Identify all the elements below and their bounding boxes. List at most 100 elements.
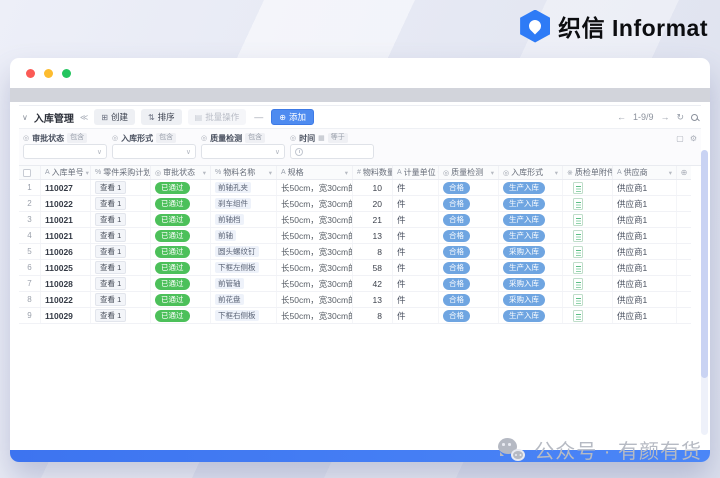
- column-menu-caret-icon[interactable]: ▾: [555, 169, 558, 177]
- view-plan-chip[interactable]: 查看 1: [95, 261, 126, 274]
- chevron-down-icon[interactable]: ∨: [22, 113, 28, 122]
- order-number-cell[interactable]: 110029: [41, 308, 91, 323]
- column-header-计量单位[interactable]: A计量单位▾: [393, 166, 439, 179]
- order-number-cell[interactable]: 110022: [41, 196, 91, 211]
- view-plan-chip[interactable]: 查看 1: [95, 181, 126, 194]
- view-plan-chip[interactable]: 查看 1: [95, 197, 126, 210]
- next-page-icon[interactable]: →: [660, 112, 669, 122]
- add-column-button[interactable]: ⊕: [677, 166, 691, 179]
- vertical-scrollbar[interactable]: [701, 150, 708, 435]
- maximize-window-button[interactable]: [62, 69, 71, 78]
- column-menu-caret-icon[interactable]: ▾: [86, 169, 89, 177]
- table-row[interactable]: 2110022查看 1已通过刹车组件长50cm，宽30cm的SY120件合格生产…: [19, 196, 691, 212]
- table-row[interactable]: 3110021查看 1已通过前轴档长50cm，宽30cm的SY121件合格生产入…: [19, 212, 691, 228]
- attachment-file-icon[interactable]: [573, 262, 583, 274]
- column-header-质量检测[interactable]: ◎质量检测▾: [439, 166, 499, 179]
- column-label: 入库单号: [52, 167, 84, 178]
- order-number[interactable]: 110021: [45, 231, 73, 241]
- material-tag[interactable]: 前花盘: [215, 294, 244, 305]
- table-row[interactable]: 1110027查看 1已通过前轴孔夹长50cm，宽30cm的SY110件合格生产…: [19, 180, 691, 196]
- order-number[interactable]: 110022: [45, 295, 73, 305]
- column-header-规格[interactable]: A规格▾: [277, 166, 353, 179]
- table-row[interactable]: 5110026查看 1已通过圆头螺纹钉长50cm，宽30cm的SY18件合格采购…: [19, 244, 691, 260]
- search-icon[interactable]: [691, 114, 698, 121]
- table-row[interactable]: 4110021查看 1已通过前轴长50cm，宽30cm的SY113件合格生产入库…: [19, 228, 691, 244]
- column-header-审批状态[interactable]: ◎审批状态▾: [151, 166, 211, 179]
- add-record-button[interactable]: ⊕ 添加: [271, 109, 314, 125]
- attachment-file-icon[interactable]: [573, 198, 583, 210]
- table-row[interactable]: 7110028查看 1已通过前管轴长50cm，宽30cm的SY142件合格采购入…: [19, 276, 691, 292]
- material-tag[interactable]: 圆头螺纹钉: [215, 246, 259, 257]
- minimize-window-button[interactable]: [44, 69, 53, 78]
- material-tag[interactable]: 前管轴: [215, 278, 244, 289]
- table-row[interactable]: 6110025查看 1已通过下框左侧板长50cm，宽30cm的SY158件合格生…: [19, 260, 691, 276]
- order-number[interactable]: 110021: [45, 215, 73, 225]
- gear-icon[interactable]: ⚙: [690, 134, 697, 143]
- scrollbar-thumb[interactable]: [701, 150, 708, 378]
- column-header-零件采购计划[interactable]: %零件采购计划▾: [91, 166, 151, 179]
- attachment-file-icon[interactable]: [573, 182, 583, 194]
- material-tag[interactable]: 前轴档: [215, 214, 244, 225]
- order-number-cell[interactable]: 110028: [41, 276, 91, 291]
- column-menu-caret-icon[interactable]: ▾: [269, 169, 272, 177]
- filter-select[interactable]: ∨: [112, 144, 196, 159]
- batch-operations-button[interactable]: ▤ 批量操作: [188, 109, 247, 125]
- order-number[interactable]: 110022: [45, 199, 73, 209]
- column-menu-caret-icon[interactable]: ▾: [345, 169, 348, 177]
- material-tag[interactable]: 下框右侧板: [215, 310, 259, 321]
- attachment-file-icon[interactable]: [573, 278, 583, 290]
- column-header-入库形式[interactable]: ◎入库形式▾: [499, 166, 563, 179]
- column-header-质检单附件[interactable]: ※质检单附件▾: [563, 166, 613, 179]
- view-plan-chip[interactable]: 查看 1: [95, 213, 126, 226]
- order-number-cell[interactable]: 110027: [41, 180, 91, 195]
- order-number-cell[interactable]: 110021: [41, 212, 91, 227]
- view-plan-chip[interactable]: 查看 1: [95, 309, 126, 322]
- share-icon[interactable]: ≪: [80, 113, 88, 122]
- column-menu-caret-icon[interactable]: ▾: [491, 169, 494, 177]
- order-number-cell[interactable]: 110022: [41, 292, 91, 307]
- attachment-file-icon[interactable]: [573, 214, 583, 226]
- order-number[interactable]: 110025: [45, 263, 73, 273]
- row-index: 1: [19, 180, 41, 195]
- column-header-入库单号[interactable]: A入库单号▾: [41, 166, 91, 179]
- filter-select[interactable]: ∨: [201, 144, 285, 159]
- order-number-cell[interactable]: 110026: [41, 244, 91, 259]
- view-plan-chip[interactable]: 查看 1: [95, 293, 126, 306]
- sort-button[interactable]: ⇅ 排序: [141, 109, 182, 125]
- view-plan-chip[interactable]: 查看 1: [95, 245, 126, 258]
- expand-icon[interactable]: ▢: [676, 134, 684, 143]
- prev-page-icon[interactable]: ←: [617, 112, 626, 122]
- material-tag[interactable]: 前轴孔夹: [215, 182, 251, 193]
- column-header-供应商[interactable]: A供应商▾: [613, 166, 677, 179]
- view-plan-chip[interactable]: 查看 1: [95, 277, 126, 290]
- column-menu-caret-icon[interactable]: ▾: [669, 169, 672, 177]
- order-number[interactable]: 110028: [45, 279, 73, 289]
- select-all-checkbox[interactable]: [19, 166, 41, 179]
- order-number[interactable]: 110029: [45, 311, 73, 321]
- attachment-file-icon[interactable]: [573, 294, 583, 306]
- material-tag[interactable]: 前轴: [215, 230, 236, 241]
- table-row[interactable]: 9110029查看 1已通过下框右侧板长50cm，宽30cm的SY18件合格生产…: [19, 308, 691, 324]
- column-header-物料名称[interactable]: %物料名称▾: [211, 166, 277, 179]
- order-number-cell[interactable]: 110025: [41, 260, 91, 275]
- purchase-plan-cell: 查看 1: [91, 308, 151, 323]
- brand-header: 织信 Informat: [520, 9, 708, 43]
- column-header-物料数量[interactable]: #物料数量▾: [353, 166, 393, 179]
- material-tag[interactable]: 刹车组件: [215, 198, 251, 209]
- column-menu-caret-icon[interactable]: ▾: [203, 169, 206, 177]
- attachment-file-icon[interactable]: [573, 230, 583, 242]
- table-row[interactable]: 8110022查看 1已通过前花盘长50cm，宽30cm的SY113件合格采购入…: [19, 292, 691, 308]
- material-tag[interactable]: 下框左侧板: [215, 262, 259, 273]
- filter-time-input[interactable]: [290, 144, 374, 159]
- attachment-file-icon[interactable]: [573, 246, 583, 258]
- filter-select[interactable]: ∨: [23, 144, 107, 159]
- order-number[interactable]: 110026: [45, 247, 73, 257]
- refresh-icon[interactable]: ↻: [676, 112, 684, 123]
- order-number-cell[interactable]: 110021: [41, 228, 91, 243]
- quality-check-cell: 合格: [439, 228, 499, 243]
- create-button[interactable]: ⊞ 创建: [94, 109, 135, 125]
- order-number[interactable]: 110027: [45, 183, 73, 193]
- close-window-button[interactable]: [26, 69, 35, 78]
- view-plan-chip[interactable]: 查看 1: [95, 229, 126, 242]
- attachment-file-icon[interactable]: [573, 310, 583, 322]
